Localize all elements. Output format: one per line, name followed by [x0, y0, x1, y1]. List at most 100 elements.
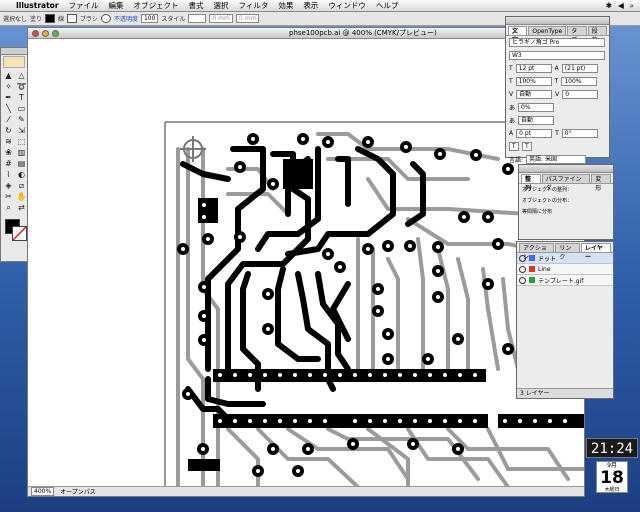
layer-name: テンプレート.gif: [538, 277, 584, 285]
width-field[interactable]: 0 mm: [209, 14, 233, 23]
artboard-canvas[interactable]: [28, 39, 584, 487]
kerning-field[interactable]: 自動: [516, 90, 553, 99]
menu-help[interactable]: ヘルプ: [376, 0, 399, 11]
stroke-color-box[interactable]: [12, 226, 27, 241]
layer-row[interactable]: Line: [517, 264, 613, 275]
visibility-eye-icon[interactable]: [519, 276, 526, 284]
menu-edit[interactable]: 編集: [109, 0, 124, 11]
tab-layers[interactable]: レイヤー: [581, 243, 612, 261]
calendar-day: 18: [600, 468, 624, 488]
tab-character[interactable]: 文字: [508, 26, 528, 44]
strikethrough-button[interactable]: T: [522, 142, 532, 151]
selection-tool-icon[interactable]: ▲: [2, 70, 15, 81]
menu-window[interactable]: ウィンドウ: [328, 0, 366, 11]
tab-actions[interactable]: アクション: [519, 243, 555, 261]
font-size-field[interactable]: 12 pt: [515, 64, 552, 73]
leading-icon: A: [554, 65, 559, 72]
scissors-tool-icon[interactable]: ✂: [2, 191, 15, 202]
tab-tabs[interactable]: タブ: [567, 26, 587, 44]
align-panel-title-bar[interactable]: [519, 165, 613, 173]
font-size-icon: T: [509, 65, 513, 72]
brush-dropdown[interactable]: [100, 14, 111, 23]
layers-panel: アクション リンク レイヤー ドット Line テンプレート.gif 3 レイヤ…: [516, 241, 614, 399]
rotate-tool-icon[interactable]: ↻: [2, 125, 15, 136]
character-panel-title-bar[interactable]: [506, 17, 609, 25]
opacity-field[interactable]: 100: [140, 14, 159, 23]
tools-title-bar[interactable]: [1, 48, 27, 55]
tab-links[interactable]: リンク: [555, 243, 581, 261]
zoom-level-field[interactable]: 400%: [31, 487, 55, 496]
app-menu[interactable]: Illustrator: [16, 1, 59, 10]
horizontal-scale-field[interactable]: 100%: [561, 77, 598, 86]
pen-tool-icon[interactable]: ✒: [2, 92, 15, 103]
character-panel: 文字 OpenType タブ 段落 ヒラギノ角ゴ Pro W3 T 12 pt …: [505, 16, 610, 164]
rotation-field[interactable]: 0°: [561, 129, 598, 138]
bluetooth-icon[interactable]: ✱: [606, 1, 612, 11]
zoom-window-button[interactable]: [52, 29, 59, 37]
brush-label: ブラシ: [80, 16, 98, 23]
symbol-sprayer-tool-icon[interactable]: ❀: [2, 147, 15, 158]
zoom-tool-icon[interactable]: ⌕: [2, 202, 15, 213]
magic-wand-tool-icon[interactable]: ✧: [2, 81, 15, 92]
stroke-label: 線: [58, 16, 65, 23]
underline-button[interactable]: T: [509, 142, 519, 151]
height-field[interactable]: 0 mm: [235, 14, 260, 23]
tracking-field[interactable]: 0: [562, 90, 599, 99]
tab-paragraph[interactable]: 段落: [587, 26, 607, 44]
tab-transform[interactable]: 変形: [591, 174, 611, 192]
live-paint-tool-icon[interactable]: ◈: [2, 180, 15, 191]
menu-select[interactable]: 選択: [214, 0, 229, 11]
tab-align[interactable]: 整列: [521, 174, 541, 192]
menu-view[interactable]: 表示: [303, 0, 318, 11]
volume-icon[interactable]: ◀: [618, 1, 624, 11]
tools-panel: ▲ △ ✧ ➰ ✒ T ╲ ▭ ⁄ ✎ ↻ ⇲ ≋ ⬚ ❀ ▥ # ▤ ⌇ ◐ …: [0, 47, 28, 262]
layer-color-chip: [529, 255, 535, 261]
visibility-eye-icon[interactable]: [519, 254, 526, 262]
minimize-window-button[interactable]: [42, 29, 49, 37]
style-label: スタイル: [161, 16, 186, 23]
menu-bar: Illustrator ファイル 編集 オブジェクト 書式 選択 フィルタ 効果…: [0, 0, 640, 12]
font-family-select[interactable]: ヒラギノ角ゴ Pro: [509, 38, 605, 47]
fill-stroke-indicator[interactable]: [4, 217, 27, 247]
mojikumi-field[interactable]: 自動: [518, 116, 555, 125]
leading-field[interactable]: (21 pt): [561, 64, 598, 73]
menu-object[interactable]: オブジェクト: [134, 0, 179, 11]
paintbrush-tool-icon[interactable]: ⁄: [2, 114, 15, 125]
visibility-eye-icon[interactable]: [519, 265, 526, 273]
font-weight-select[interactable]: W3: [509, 51, 605, 60]
tsume-field[interactable]: 0%: [518, 103, 555, 112]
align-panel-tabs: 整列 パスファインダ 変形: [519, 173, 613, 192]
layers-panel-tabs: アクション リンク レイヤー: [517, 242, 613, 261]
menu-file[interactable]: ファイル: [69, 0, 99, 11]
layer-row[interactable]: テンプレート.gif: [517, 275, 613, 286]
tracking-icon: V: [555, 91, 560, 98]
mojikumi-icon: あ: [509, 118, 516, 125]
menu-effect[interactable]: 効果: [278, 0, 293, 11]
menu-type[interactable]: 書式: [189, 0, 204, 11]
vertical-scale-field[interactable]: 100%: [515, 77, 552, 86]
language-select[interactable]: 英語: 米国: [526, 155, 587, 164]
pcb-artwork: [164, 121, 584, 487]
close-window-button[interactable]: [32, 29, 39, 37]
selection-status: 選択なし: [3, 16, 28, 23]
warp-tool-icon[interactable]: ≋: [2, 136, 15, 147]
line-tool-icon[interactable]: ╲: [2, 103, 15, 114]
layer-name: Line: [538, 265, 551, 273]
baseline-field[interactable]: 0 pt: [516, 129, 553, 138]
eyedropper-tool-icon[interactable]: ⌇: [2, 169, 15, 180]
document-title-bar[interactable]: phse100pcb.ai @ 400% (CMYK/プレビュー): [28, 28, 584, 39]
stroke-swatch[interactable]: [67, 14, 78, 23]
menu-filter[interactable]: フィルタ: [239, 0, 269, 11]
fill-label: 塗り: [30, 16, 43, 23]
adobe-logo-icon[interactable]: [3, 56, 25, 68]
layer-name: ドット: [538, 255, 557, 263]
fill-swatch[interactable]: [45, 14, 56, 23]
status-text: オープンパス: [60, 489, 96, 496]
horizontal-scale-icon: T: [554, 78, 559, 85]
style-dropdown[interactable]: [188, 14, 207, 23]
spotlight-icon[interactable]: ⌕: [630, 1, 634, 11]
tab-pathfinder[interactable]: パスファインダ: [541, 174, 591, 192]
status-bar: 400% オープンパス: [28, 486, 584, 496]
mesh-tool-icon[interactable]: #: [2, 158, 15, 169]
tab-opentype[interactable]: OpenType: [528, 26, 567, 35]
